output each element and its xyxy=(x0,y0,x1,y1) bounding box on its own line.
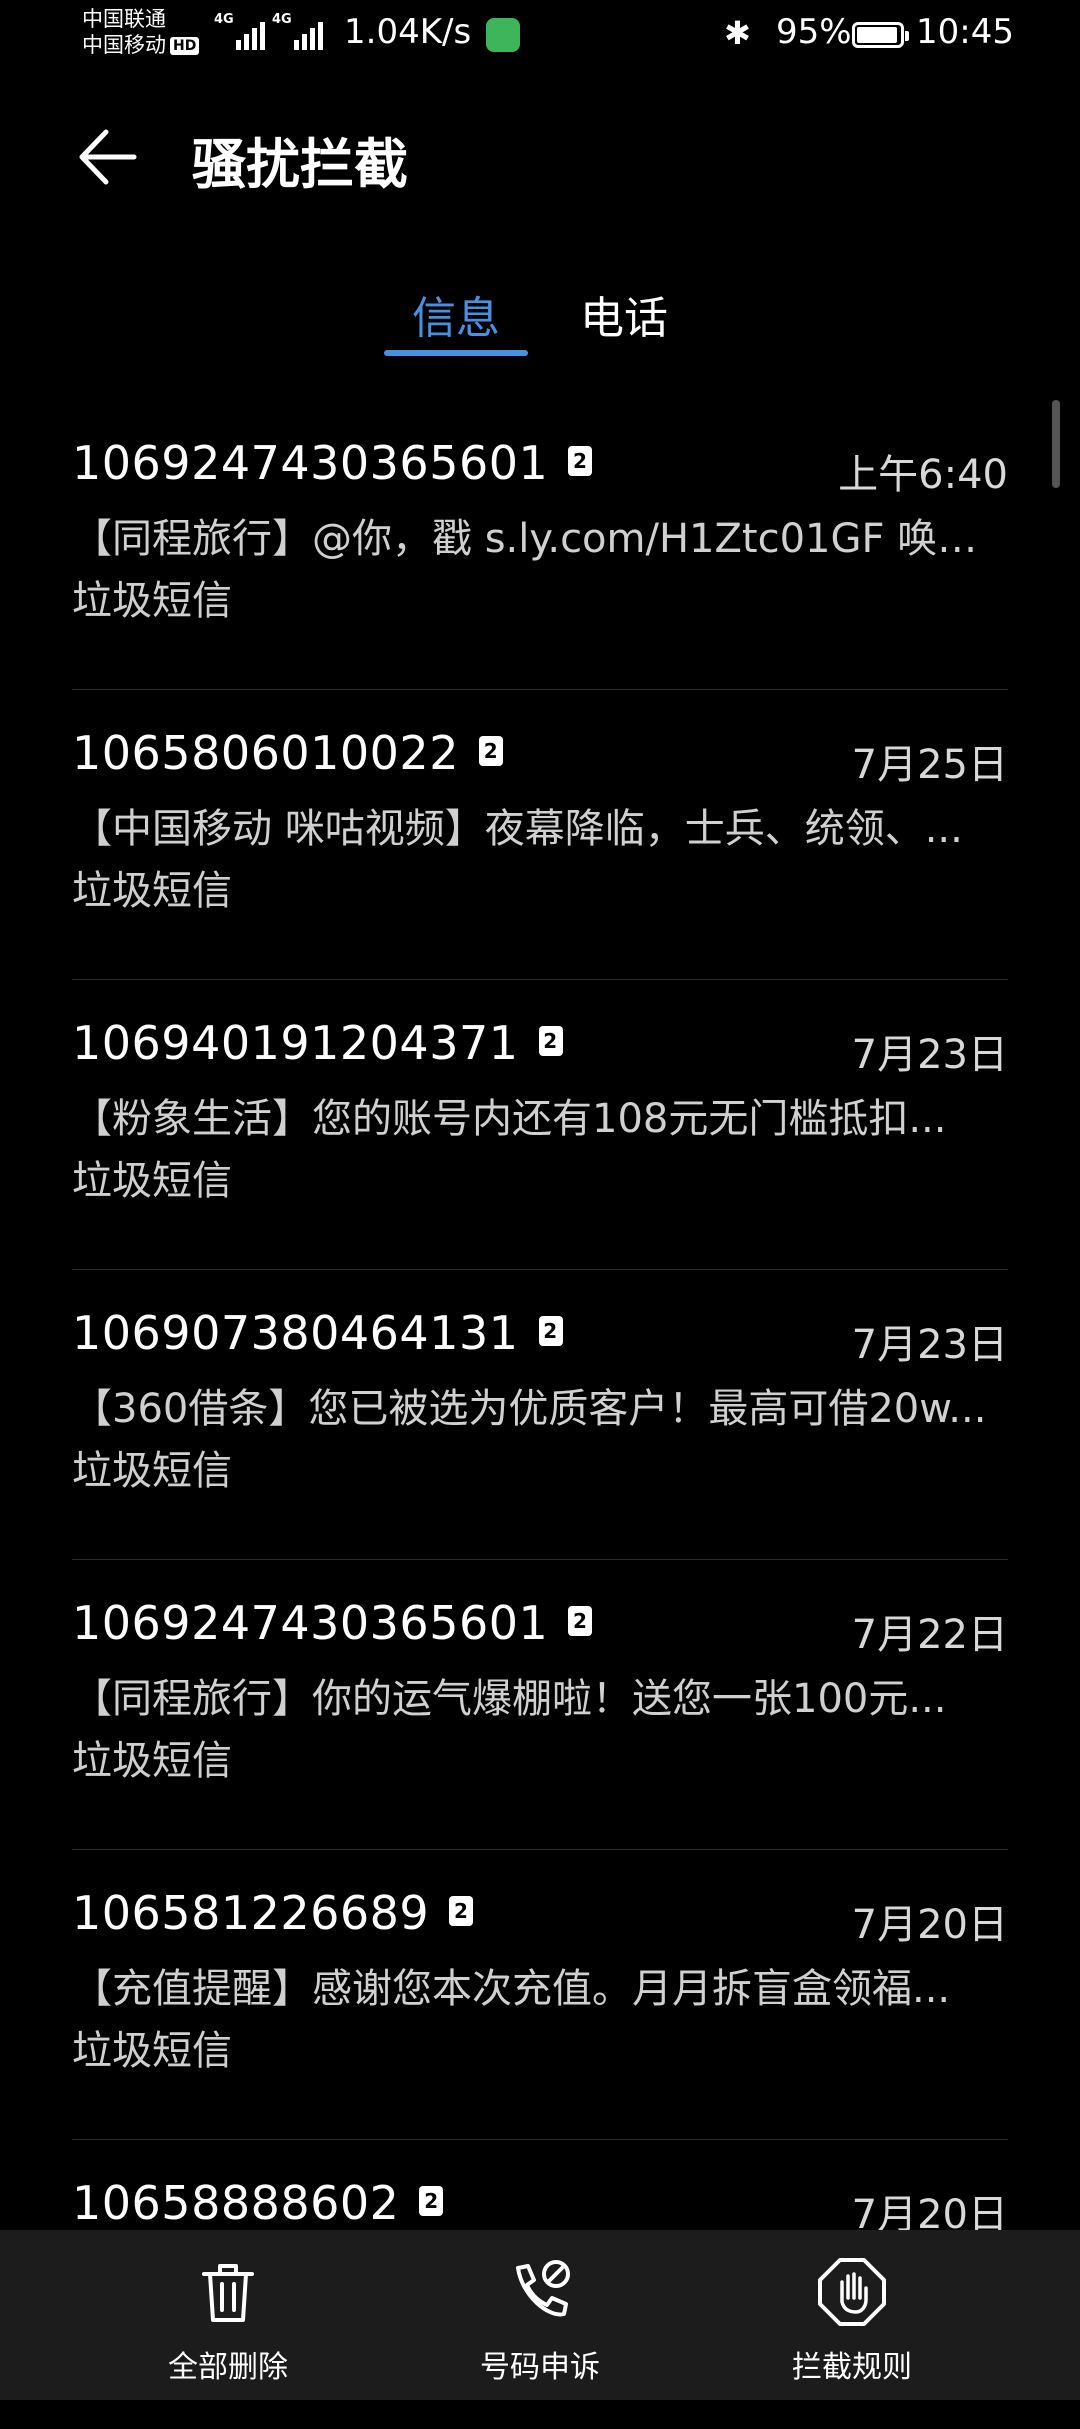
sim-2-icon: 2 xyxy=(568,1606,593,1636)
phone-appeal-icon xyxy=(516,2260,570,2317)
sender-number: 106940191204371 xyxy=(72,1016,519,1070)
signal-icon: 4G xyxy=(214,12,265,50)
sim-2-icon: 2 xyxy=(568,446,593,476)
spam-tag: 垃圾短信 xyxy=(72,578,232,624)
network-speed: 1.04K/s xyxy=(344,12,472,52)
number-appeal-label: 号码申诉 xyxy=(480,2350,600,2385)
bluetooth-icon: ✱ xyxy=(724,14,751,52)
delete-all-label: 全部删除 xyxy=(168,2350,288,2385)
tab-messages[interactable]: 信息 xyxy=(412,282,500,346)
list-item[interactable]: 1069247430365601 2 7月22日 【同程旅行】你的运气爆棚啦！送您… xyxy=(72,1560,1008,1850)
list-item[interactable]: 106581226689 2 7月20日 【充值提醒】感谢您本次充值。月月拆盲盒领… xyxy=(72,1850,1008,2140)
message-time: 7月20日 xyxy=(851,1902,1008,1948)
tab-calls[interactable]: 电话 xyxy=(580,282,668,346)
message-time: 7月25日 xyxy=(851,742,1008,788)
battery-icon xyxy=(852,22,909,48)
signal-icon: 4G xyxy=(272,12,323,50)
trash-icon xyxy=(202,2264,254,2322)
hd-badge: HD xyxy=(170,37,200,55)
status-bar: 中国联通 中国移动 HD 4G 4G 1.04K/s ✱ 95% 10:45 xyxy=(0,0,1080,72)
message-preview: 【充值提醒】感谢您本次充值。月月拆盲盒领福... xyxy=(72,1966,951,2012)
spam-tag: 垃圾短信 xyxy=(72,1738,232,1784)
carrier-1: 中国联通 xyxy=(82,7,166,31)
app-notification-icon xyxy=(486,18,520,52)
scrollbar[interactable] xyxy=(1052,400,1060,488)
sim-2-icon: 2 xyxy=(449,1896,474,1926)
sender-number: 106581226689 xyxy=(72,1886,430,1940)
sim-2-icon: 2 xyxy=(538,1026,563,1056)
message-preview: 【中国移动 咪咕视频】夜幕降临，士兵、统领、... xyxy=(72,806,963,852)
block-rules-label: 拦截规则 xyxy=(792,2350,912,2385)
sender-number: 1069247430365601 xyxy=(72,1596,549,1650)
block-rules-button[interactable]: 拦截规则 xyxy=(742,2256,962,2386)
sender-number: 10658888602 xyxy=(72,2176,400,2230)
sim-2-icon: 2 xyxy=(478,736,503,766)
list-item[interactable]: 1065806010022 2 7月25日 【中国移动 咪咕视频】夜幕降临，士兵、… xyxy=(72,690,1008,980)
message-preview: 【同程旅行】@你，戳 s.ly.com/H1Ztc01GF 唤醒... xyxy=(72,516,1008,562)
list-item[interactable]: 1069247430365601 2 上午6:40 【同程旅行】@你，戳 s.ly… xyxy=(72,400,1008,690)
tab-indicator xyxy=(384,350,528,356)
message-time: 7月23日 xyxy=(851,1322,1008,1368)
number-appeal-button[interactable]: 号码申诉 xyxy=(430,2256,650,2386)
message-time: 7月22日 xyxy=(851,1612,1008,1658)
clock: 10:45 xyxy=(916,12,1014,52)
spam-tag: 垃圾短信 xyxy=(72,1158,232,1204)
sender-number: 1065806010022 xyxy=(72,726,459,780)
blocked-message-list: 1069247430365601 2 上午6:40 【同程旅行】@你，戳 s.ly… xyxy=(72,400,1008,2429)
message-time: 7月23日 xyxy=(851,1032,1008,1078)
sender-number: 106907380464131 xyxy=(72,1306,519,1360)
sim-2-icon: 2 xyxy=(538,1316,563,1346)
delete-all-button[interactable]: 全部删除 xyxy=(118,2256,338,2386)
carrier-info: 中国联通 中国移动 HD xyxy=(82,6,200,58)
carrier-2: 中国移动 xyxy=(82,33,166,57)
message-preview: 【360借条】您已被选为优质客户！最高可借20w... xyxy=(72,1386,987,1432)
stop-hand-icon xyxy=(818,2258,886,2326)
list-item[interactable]: 106940191204371 2 7月23日 【粉象生活】您的账号内还有108元… xyxy=(72,980,1008,1270)
back-arrow-icon[interactable] xyxy=(72,122,142,192)
sim-2-icon: 2 xyxy=(419,2186,444,2216)
spam-tag: 垃圾短信 xyxy=(72,1448,232,1494)
battery-percent: 95% xyxy=(776,12,852,52)
sender-number: 1069247430365601 xyxy=(72,436,549,490)
message-preview: 【粉象生活】您的账号内还有108元无门槛抵扣... xyxy=(72,1096,947,1142)
message-time: 上午6:40 xyxy=(838,452,1008,498)
message-preview: 【同程旅行】你的运气爆棚啦！送您一张100元... xyxy=(72,1676,947,1722)
spam-tag: 垃圾短信 xyxy=(72,2028,232,2074)
list-item[interactable]: 106907380464131 2 7月23日 【360借条】您已被选为优质客户！… xyxy=(72,1270,1008,1560)
spam-tag: 垃圾短信 xyxy=(72,868,232,914)
page-title: 骚扰拦截 xyxy=(192,133,408,196)
bottom-action-bar: 全部删除 号码申诉 拦截规则 xyxy=(0,2230,1080,2400)
